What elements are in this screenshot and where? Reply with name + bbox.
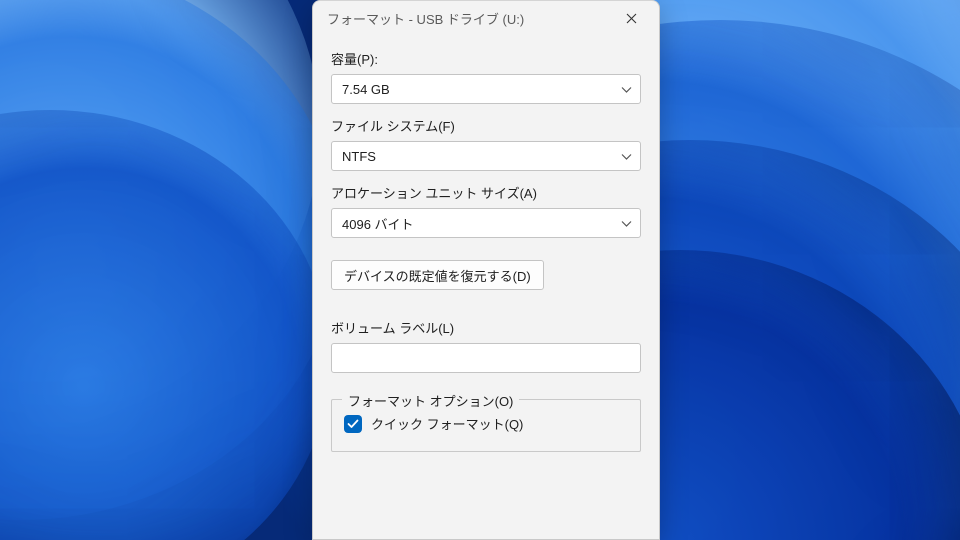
chevron-down-icon [621,82,632,97]
chevron-down-icon [621,216,632,231]
filesystem-select[interactable]: NTFS [331,141,641,171]
format-options-legend: フォーマット オプション(O) [342,391,519,410]
restore-defaults-label: デバイスの既定値を復元する(D) [344,266,531,285]
window-title: フォーマット - USB ドライブ (U:) [327,9,524,28]
close-button[interactable] [609,3,653,33]
quick-format-row[interactable]: クイック フォーマット(Q) [344,414,628,433]
capacity-select[interactable]: 7.54 GB [331,74,641,104]
allocation-select[interactable]: 4096 バイト [331,208,641,238]
titlebar: フォーマット - USB ドライブ (U:) [313,1,659,35]
close-icon [626,13,637,24]
volume-label-input[interactable] [331,343,641,373]
checkmark-icon [347,419,359,429]
capacity-label: 容量(P): [331,49,641,68]
restore-defaults-button[interactable]: デバイスの既定値を復元する(D) [331,260,544,290]
desktop-wallpaper: フォーマット - USB ドライブ (U:) 容量(P): 7.54 GB ファ… [0,0,960,540]
capacity-value: 7.54 GB [342,82,390,97]
filesystem-label: ファイル システム(F) [331,116,641,135]
chevron-down-icon [621,149,632,164]
allocation-label: アロケーション ユニット サイズ(A) [331,183,641,202]
volume-label-label: ボリューム ラベル(L) [331,318,641,337]
quick-format-checkbox[interactable] [344,415,362,433]
quick-format-label: クイック フォーマット(Q) [371,414,523,433]
format-options-group: フォーマット オプション(O) クイック フォーマット(Q) [331,399,641,452]
filesystem-value: NTFS [342,149,376,164]
allocation-value: 4096 バイト [342,214,414,233]
format-dialog: フォーマット - USB ドライブ (U:) 容量(P): 7.54 GB ファ… [312,0,660,540]
